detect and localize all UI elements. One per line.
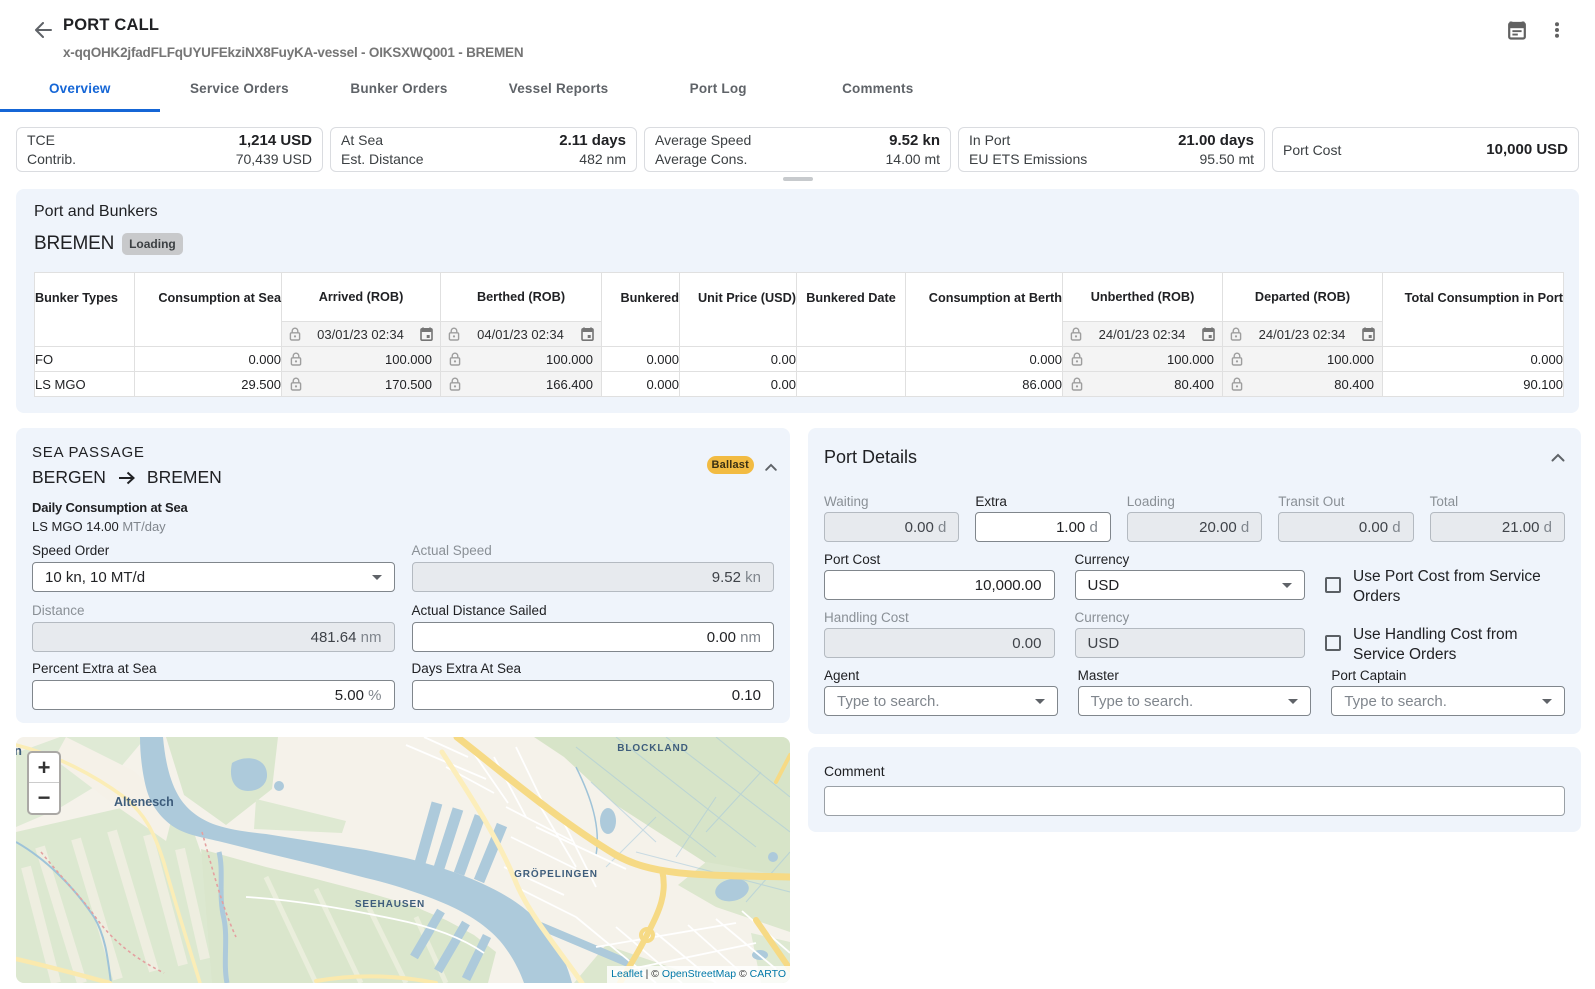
svg-text:Altenesch: Altenesch [114, 795, 174, 809]
svg-text:BLOCKLAND: BLOCKLAND [617, 743, 688, 754]
svg-text:GRÖPELINGEN: GRÖPELINGEN [514, 867, 598, 880]
svg-text:n: n [16, 743, 22, 758]
svg-text:SEEHAUSEN: SEEHAUSEN [355, 899, 425, 910]
